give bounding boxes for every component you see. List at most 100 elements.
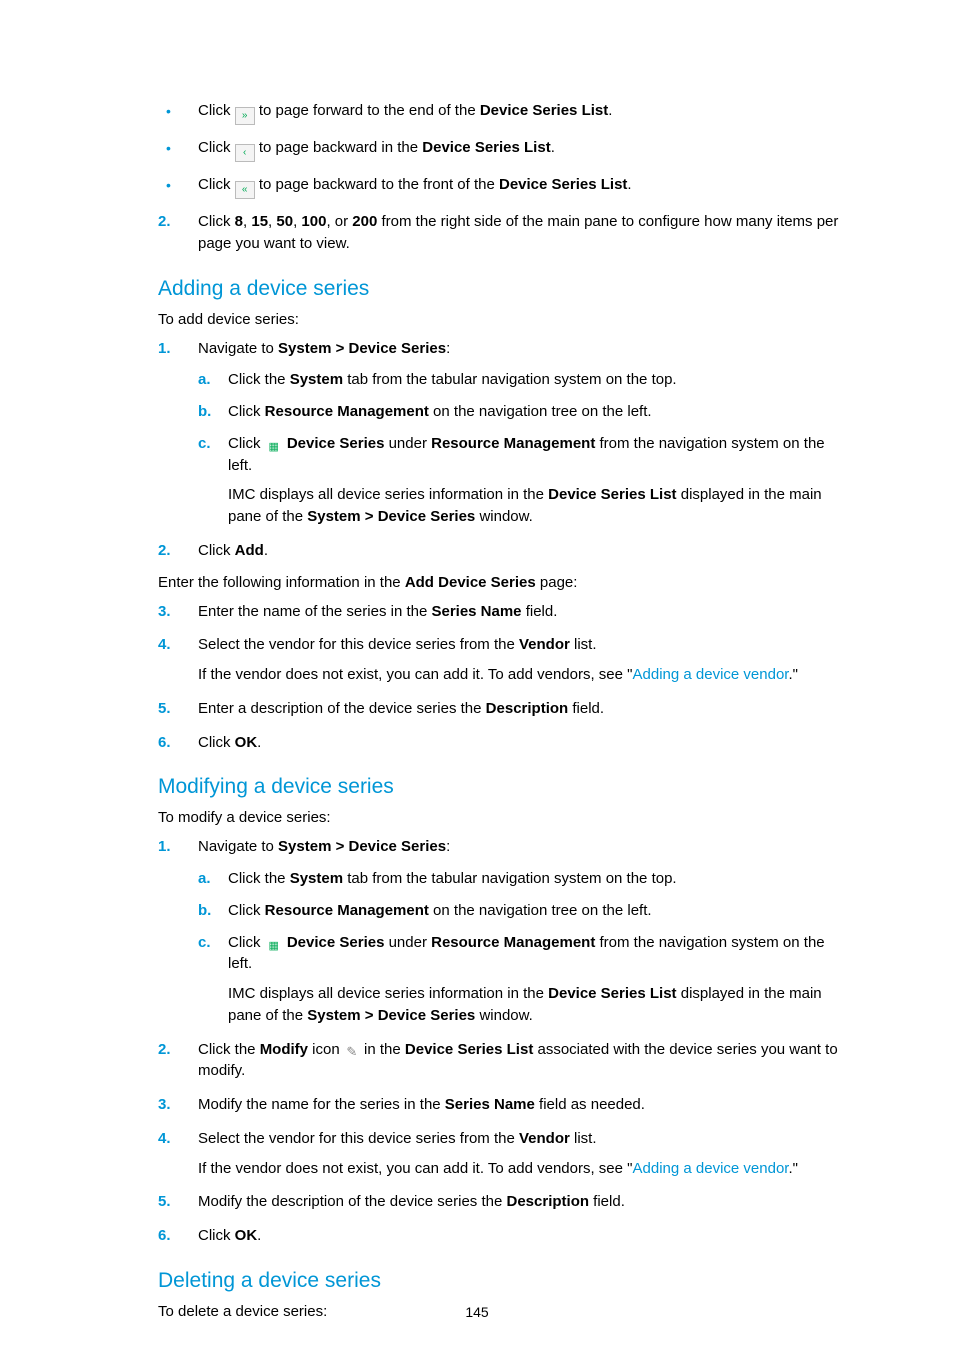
- step-text: Navigate to System > Device Series:: [198, 340, 450, 357]
- sub-step-follow: IMC displays all device series informati…: [228, 983, 846, 1027]
- list-item: 4.Select the vendor for this device seri…: [158, 1128, 846, 1180]
- bold-text: Add Device Series: [405, 574, 536, 591]
- cross-ref-link[interactable]: Adding a device vendor: [633, 666, 789, 683]
- bold-text: Device Series List: [548, 486, 676, 503]
- list-item: 1. Navigate to System > Device Series: a. C…: [158, 836, 846, 1026]
- page-number: 145: [0, 1304, 954, 1320]
- page-first-icon: «: [235, 181, 255, 199]
- sub-step-follow: IMC displays all device series informati…: [228, 484, 846, 528]
- sub-step-text: Click the System tab from the tabular na…: [228, 371, 677, 388]
- list-item: 4. Select the vendor for this device seri…: [158, 634, 846, 686]
- list-number: 1.: [158, 338, 171, 360]
- list-letter: a.: [198, 868, 211, 890]
- modify-icon: ✎: [344, 1043, 360, 1057]
- sub-step-text: Click the System tab from the tabular na…: [228, 870, 677, 887]
- adding-between: Enter the following information in the A…: [158, 574, 846, 591]
- bold-text: 200: [352, 213, 377, 230]
- step-text: Enter a description of the device series…: [198, 700, 604, 717]
- step-text: Click Add.: [198, 542, 268, 559]
- step-text: Click 8, 15, 50, 100, or 200 from the ri…: [198, 213, 838, 252]
- bold-text: System > Device Series: [278, 340, 446, 357]
- list-item: 2. Click the Modify icon ✎ in the Device …: [158, 1039, 846, 1083]
- step-text: Select the vendor for this device series…: [198, 1130, 597, 1147]
- modifying-steps: 1. Navigate to System > Device Series: a. C…: [158, 836, 846, 1247]
- bold-text: Device Series List: [548, 985, 676, 1002]
- step-text: Click the Modify icon ✎ in the Device Se…: [198, 1041, 838, 1080]
- bold-text: OK: [235, 734, 258, 751]
- bold-text: System > Device Series: [307, 508, 475, 525]
- list-item: 6. Click OK.: [158, 732, 846, 754]
- list-number: 6.: [158, 732, 171, 754]
- sub-step-text: Click ▦ Device Series under Resource Man…: [228, 435, 825, 474]
- sub-step-text: Click Resource Management on the navigat…: [228, 902, 652, 919]
- list-letter: b.: [198, 401, 211, 423]
- bold-text: 15: [251, 213, 268, 230]
- modifying-intro: To modify a device series:: [158, 809, 846, 826]
- step-text: Modify the description of the device ser…: [198, 1193, 625, 1210]
- sub-list-item: c. Click ▦ Device Series under Resource M…: [198, 932, 846, 1027]
- sub-list-item: b.Click Resource Management on the navig…: [198, 401, 846, 423]
- list-letter: c.: [198, 433, 211, 455]
- list-number: 2.: [158, 540, 171, 562]
- step-follow: If the vendor does not exist, you can ad…: [198, 664, 846, 686]
- sub-list-item: a.Click the System tab from the tabular …: [198, 369, 846, 391]
- bullet-item: Click « to page backward to the front of…: [158, 174, 846, 199]
- bold-text: Resource Management: [431, 435, 595, 452]
- bold-text: Device Series List: [480, 102, 608, 119]
- document-page: Click » to page forward to the end of th…: [0, 0, 954, 1370]
- cross-ref-link[interactable]: Adding a device vendor: [633, 1160, 789, 1177]
- bullet-item: Click » to page forward to the end of th…: [158, 100, 846, 125]
- list-item: 3.Enter the name of the series in the Se…: [158, 601, 846, 623]
- list-number: 5.: [158, 1191, 171, 1213]
- bold-text: Device Series: [287, 934, 385, 951]
- bold-text: Device Series List: [405, 1041, 533, 1058]
- step-text: Click OK.: [198, 1227, 261, 1244]
- list-number: 3.: [158, 1094, 171, 1116]
- list-item: 5. Modify the description of the device s…: [158, 1191, 846, 1213]
- list-item: 3. Modify the name for the series in the …: [158, 1094, 846, 1116]
- list-letter: b.: [198, 900, 211, 922]
- bold-text: 8: [235, 213, 243, 230]
- heading-deleting: Deleting a device series: [158, 1269, 846, 1293]
- list-number: 1.: [158, 836, 171, 858]
- bold-text: Resource Management: [431, 934, 595, 951]
- bold-text: Add: [235, 542, 264, 559]
- bold-text: 100: [301, 213, 326, 230]
- bold-text: Description: [486, 700, 569, 717]
- bold-text: Modify: [260, 1041, 308, 1058]
- bold-text: OK: [235, 1227, 258, 1244]
- sub-list-item: c. Click ▦ Device Series under Resource M…: [198, 433, 846, 528]
- sub-list: a. Click the System tab from the tabular …: [198, 868, 846, 1027]
- page-size-step: 2. Click 8, 15, 50, 100, or 200 from the…: [158, 211, 846, 255]
- step-text: Select the vendor for this device series…: [198, 636, 597, 653]
- page-prev-icon: ‹: [235, 144, 255, 162]
- device-series-icon: ▦: [265, 440, 283, 454]
- list-number: 3.: [158, 601, 171, 623]
- list-number: 2.: [158, 1039, 171, 1061]
- bold-text: System > Device Series: [278, 838, 446, 855]
- sub-list-item: a. Click the System tab from the tabular …: [198, 868, 846, 890]
- bold-text: Series Name: [431, 603, 521, 620]
- adding-intro: To add device series:: [158, 311, 846, 328]
- list-item: 1. Navigate to System > Device Series: a.C…: [158, 338, 846, 528]
- step-text: Click OK.: [198, 734, 261, 751]
- list-letter: c.: [198, 932, 211, 954]
- top-bullet-list: Click » to page forward to the end of th…: [158, 100, 846, 199]
- step-text: Modify the name for the series in the Se…: [198, 1096, 645, 1113]
- sub-list-item: b. Click Resource Management on the navig…: [198, 900, 846, 922]
- bold-text: 50: [276, 213, 293, 230]
- device-series-icon: ▦: [265, 939, 283, 953]
- bold-text: Resource Management: [265, 403, 429, 420]
- list-number: 4.: [158, 634, 171, 656]
- sub-step-text: Click ▦ Device Series under Resource Man…: [228, 934, 825, 973]
- list-item: 2. Click Add.: [158, 540, 846, 562]
- bold-text: Vendor: [519, 636, 570, 653]
- bold-text: Series Name: [445, 1096, 535, 1113]
- list-item: 5. Enter a description of the device seri…: [158, 698, 846, 720]
- list-item: 6.Click OK.: [158, 1225, 846, 1247]
- sub-list: a.Click the System tab from the tabular …: [198, 369, 846, 528]
- bold-text: Device Series List: [422, 139, 550, 156]
- bold-text: System: [290, 870, 343, 887]
- list-number: 5.: [158, 698, 171, 720]
- step-text: Navigate to System > Device Series:: [198, 838, 450, 855]
